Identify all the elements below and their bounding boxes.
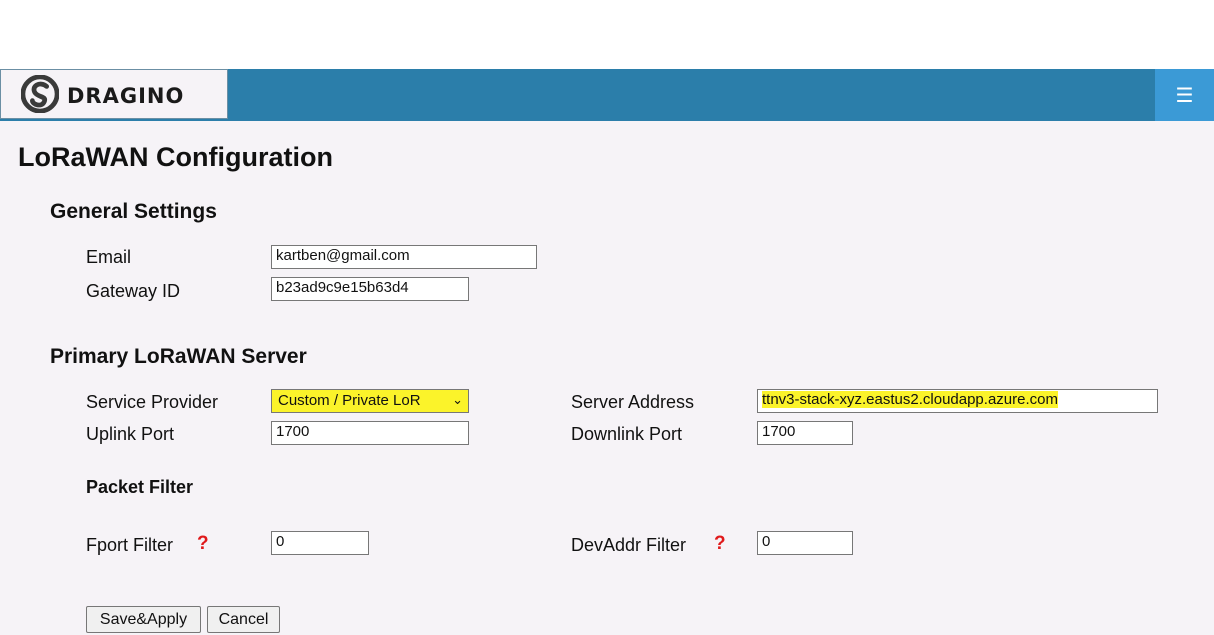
fport-help-icon[interactable]: ? — [197, 533, 209, 555]
chevron-down-icon: ⌄ — [452, 392, 463, 407]
devaddr-filter-label: DevAddr Filter — [571, 535, 687, 555]
gateway-id-field[interactable]: b23ad9c9e15b63d4 — [271, 277, 469, 301]
devaddr-help-icon[interactable]: ? — [714, 533, 726, 555]
downlink-port-label: Downlink Port — [571, 424, 683, 444]
email-label: Email — [86, 247, 132, 267]
downlink-port-field[interactable]: 1700 — [757, 421, 853, 445]
primary-server-heading: Primary LoRaWAN Server — [50, 345, 307, 368]
cancel-button[interactable]: Cancel — [207, 606, 280, 633]
server-address-value: ttnv3-stack-xyz.eastus2.cloudapp.azure.c… — [762, 391, 1058, 408]
save-apply-button[interactable]: Save&Apply — [86, 606, 201, 633]
general-settings-heading: General Settings — [50, 200, 217, 223]
logo-text: DRAGINO — [67, 84, 185, 108]
server-address-label: Server Address — [571, 392, 695, 412]
devaddr-filter-field[interactable]: 0 — [757, 531, 853, 555]
service-provider-value: Custom / Private LoR — [278, 392, 421, 409]
hamburger-menu-button[interactable]: ☰ — [1155, 69, 1214, 121]
dragino-logo[interactable]: DRAGINO — [0, 69, 228, 119]
page-title: LoRaWAN Configuration — [18, 142, 333, 172]
uplink-port-label: Uplink Port — [86, 424, 175, 444]
service-provider-label: Service Provider — [86, 392, 219, 412]
fport-filter-field[interactable]: 0 — [271, 531, 369, 555]
service-provider-select[interactable]: Custom / Private LoR ⌄ — [271, 389, 469, 413]
packet-filter-heading: Packet Filter — [86, 477, 194, 497]
fport-filter-label: Fport Filter — [86, 535, 174, 555]
dragino-logo-icon — [21, 75, 59, 113]
server-address-field[interactable]: ttnv3-stack-xyz.eastus2.cloudapp.azure.c… — [757, 389, 1158, 413]
main-content — [0, 121, 1214, 635]
hamburger-menu-icon: ☰ — [1175, 84, 1194, 107]
email-field[interactable]: kartben@gmail.com — [271, 245, 537, 269]
uplink-port-field[interactable]: 1700 — [271, 421, 469, 445]
gateway-id-label: Gateway ID — [86, 281, 181, 301]
